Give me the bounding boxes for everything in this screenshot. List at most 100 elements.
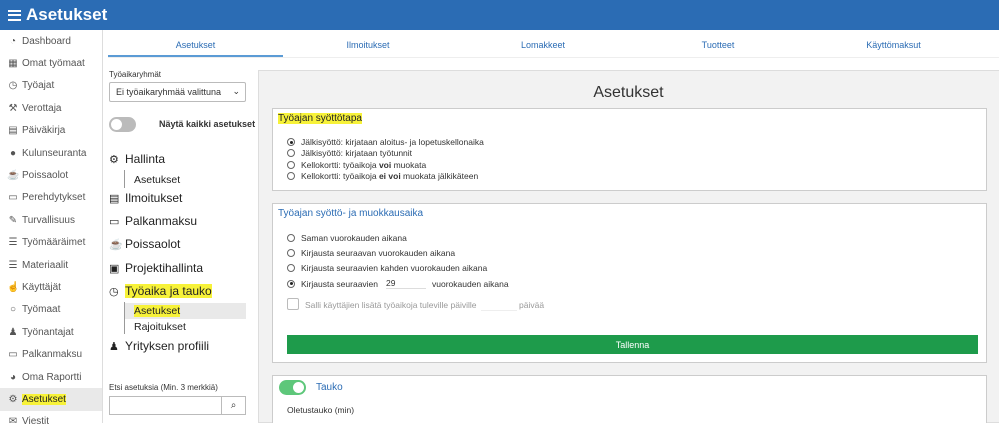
tree-sub-hallinta-asetukset[interactable]: Asetukset [134,174,180,186]
radio-option-3[interactable]: Kellokortti: työaikoja voi muokata [287,160,426,170]
active-tab-indicator [108,55,283,57]
break-label: Tauko [316,382,343,393]
sidebar-item-paivakirja[interactable]: ▤ Päiväkirja [0,120,102,142]
stopwatch-icon: ◷ [109,285,119,298]
tab-separator [108,57,999,58]
sidebar-item-kulunseuranta[interactable]: ● Kulunseuranta [0,142,102,164]
tab-tuotteet[interactable]: Tuotteet [663,40,773,50]
tree-sub-rajoitukset[interactable]: Rajoitukset [134,321,186,333]
tree-line [124,170,125,188]
page-title: Asetukset [593,84,664,101]
tree-item-projektihallinta[interactable]: ▣ Projektihallinta [109,261,203,275]
sidebar-item-tyomaaraimet[interactable]: ☰ Työmääräimet [0,232,102,254]
sidebar-item-tyoajat[interactable]: ◷ Työajat [0,75,102,97]
future-days-checkbox[interactable] [287,298,299,310]
dashboard-icon: ◔ [9,35,17,47]
sidebar-item-tyomaat[interactable]: ○ Työmaat [0,299,102,321]
sidebar-item-dashboard[interactable]: ◔ Dashboard [0,30,102,52]
building-icon: ▦ [8,58,18,70]
user-icon: ○ [9,304,17,316]
list-icon: ☰ [8,259,18,271]
top-bar: Asetukset [0,0,999,30]
sidebar-item-kayttajat[interactable]: ☝ Käyttäjät [0,276,102,298]
radio-icon [287,172,295,180]
search-button[interactable]: ⌕ [221,397,245,414]
tree-item-tyoaika-ja-tauko[interactable]: ◷ Työaika ja tauko [109,284,212,298]
radio-icon [287,149,295,157]
wrench-icon: ✎ [8,214,18,226]
future-days-input[interactable] [481,297,517,311]
chart-icon: ◕ [9,371,17,383]
radio-option-4[interactable]: Kellokortti: työaikoja ei voi muokata jä… [287,171,478,181]
save-button[interactable]: Tallenna [287,335,978,354]
sidebar-item-verottaja[interactable]: ⚒ Verottaja [0,97,102,119]
sidebar-item-omat-tyomaat[interactable]: ▦ Omat työmaat [0,52,102,74]
list-icon: ▤ [109,192,120,205]
mug-icon: ☕ [7,170,20,182]
show-all-label: Näytä kaikki asetukset [159,119,256,129]
tab-kayttomaksut[interactable]: Käyttömaksut [836,40,951,50]
menu-icon[interactable] [8,9,21,21]
tree-sub-tyoaika-asetukset[interactable]: Asetukset [134,305,181,317]
sidebar-item-poissaolot[interactable]: ☕ Poissaolot [0,164,102,186]
radio-icon [287,264,295,272]
sidebar-item-asetukset[interactable]: ⚙ Asetukset [0,388,102,411]
radio-icon [287,249,295,257]
sidebar-item-perehdytykset[interactable]: ▭ Perehdytykset [0,187,102,209]
radio-icon [287,161,295,169]
list-icon: ☰ [8,237,18,249]
radio-two-days[interactable]: Kirjausta seuraavien kahden vuorokauden … [287,263,487,273]
sidebar-item-tyonantajat[interactable]: ♟ Työnantajat [0,321,102,343]
gavel-icon: ⚒ [8,102,18,114]
radio-option-2[interactable]: Jälkisyöttö: kirjataan työtunnit [287,148,412,158]
sidebar-item-turvallisuus[interactable]: ✎ Turvallisuus [0,209,102,231]
radio-next-day[interactable]: Kirjausta seuraavan vuorokauden aikana [287,248,455,258]
book-icon: ▤ [8,125,18,137]
card-title: Työajan syöttötapa [278,113,362,124]
search-box: ⌕ [109,396,246,415]
app-title: Asetukset [26,5,108,24]
tree-item-palkanmaksu[interactable]: ▭ Palkanmaksu [109,214,197,228]
days-input[interactable]: 29 [386,278,427,289]
future-days-suffix: päivää [519,300,545,310]
radio-custom-days[interactable]: Kirjausta seuraavien 29 vuorokauden aika… [287,278,509,289]
sidebar-item-materiaalit[interactable]: ☰ Materiaalit [0,254,102,276]
gear-icon: ⚙ [8,393,18,405]
sidebar-item-oma-raportti[interactable]: ◕ Oma Raportti [0,366,102,388]
clock-icon: ◷ [8,80,18,92]
break-toggle[interactable] [279,380,306,395]
search-label: Etsi asetuksia (Min. 3 merkkiä) [109,383,218,392]
group-select[interactable]: Ei työaikaryhmää valittuna ⌄ [109,82,246,102]
chevron-down-icon: ⌄ [232,86,240,96]
user-icon: ♟ [8,326,18,338]
tree-item-yrityksen-profiili[interactable]: ♟ Yrityksen profiili [109,339,209,353]
tab-asetukset[interactable]: Asetukset [108,40,283,50]
gear-icon: ⚙ [109,153,119,166]
tree-item-hallinta[interactable]: ⚙ Hallinta [109,152,165,166]
radio-same-day[interactable]: Saman vuorokauden aikana [287,233,407,243]
tree-item-poissaolot[interactable]: ☕ Poissaolot [109,237,180,251]
doc-icon: ▭ [109,215,120,228]
film-icon: ▣ [109,262,120,275]
mug-icon: ☕ [109,238,123,251]
tab-ilmoitukset[interactable]: Ilmoitukset [313,40,423,50]
pin-icon: ● [9,147,17,159]
default-break-label: Oletustauko (min) [287,405,355,415]
mail-icon: ✉ [8,416,18,428]
tree-item-ilmoitukset[interactable]: ▤ Ilmoitukset [109,191,182,205]
show-all-toggle[interactable] [109,117,136,132]
radio-icon [287,279,295,288]
card-break [272,375,987,423]
radio-icon [287,234,295,242]
sidebar-item-palkanmaksu[interactable]: ▭ Palkanmaksu [0,343,102,365]
sidebar-item-viestit[interactable]: ✉ Viestit [0,411,102,433]
doc-icon: ▭ [8,192,18,204]
sidebar: ◔ Dashboard ▦ Omat työmaat ◷ Työajat ⚒ Verot… [0,30,103,427]
doc-icon: ▭ [8,349,18,361]
tab-lomakkeet[interactable]: Lomakkeet [488,40,598,50]
radio-icon [287,138,295,146]
user-icon: ♟ [109,340,119,353]
search-icon: ⌕ [230,400,237,411]
radio-option-1[interactable]: Jälkisyöttö: kirjataan aloitus- ja lopet… [287,137,484,147]
card-title: Työajan syöttö- ja muokkausaika [278,208,424,219]
